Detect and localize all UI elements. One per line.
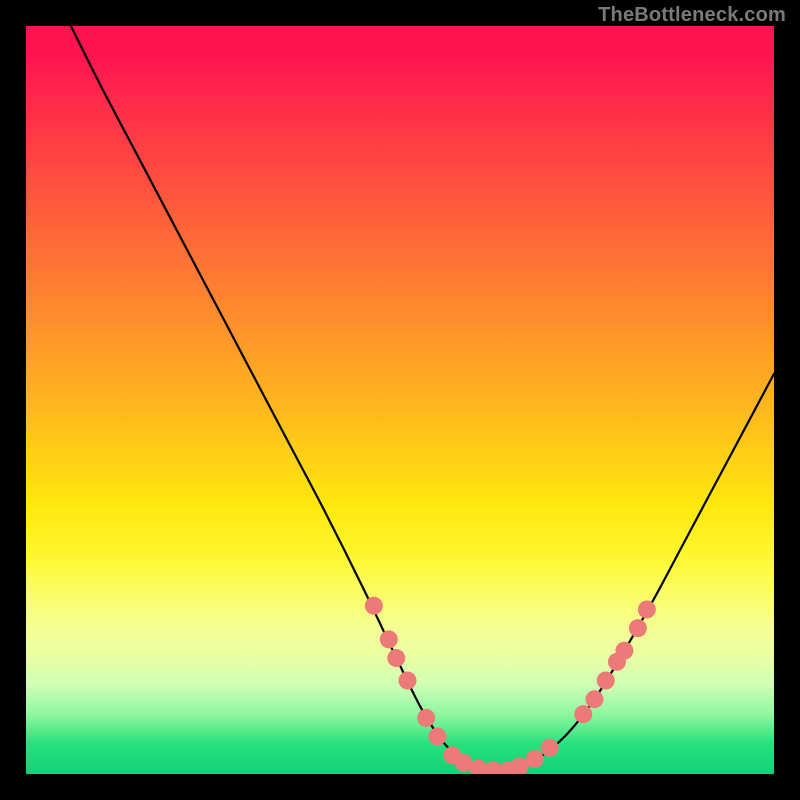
highlight-dot [398, 672, 416, 690]
highlight-dot [526, 750, 544, 768]
highlight-dot [541, 739, 559, 757]
highlight-dot [574, 705, 592, 723]
highlight-dot [365, 597, 383, 615]
bottleneck-curve [71, 26, 774, 771]
highlight-dot [417, 709, 435, 727]
highlight-dot [380, 630, 398, 648]
highlight-dot [428, 728, 446, 746]
attribution-text: TheBottleneck.com [598, 4, 786, 27]
chart-svg [26, 26, 774, 774]
highlight-dot [615, 642, 633, 660]
highlight-dots [365, 597, 656, 774]
highlight-dot [638, 600, 656, 618]
plot-area [26, 26, 774, 774]
highlight-dot [629, 619, 647, 637]
highlight-dot [597, 672, 615, 690]
chart-frame: TheBottleneck.com [0, 0, 800, 800]
highlight-dot [387, 649, 405, 667]
highlight-dot [585, 690, 603, 708]
